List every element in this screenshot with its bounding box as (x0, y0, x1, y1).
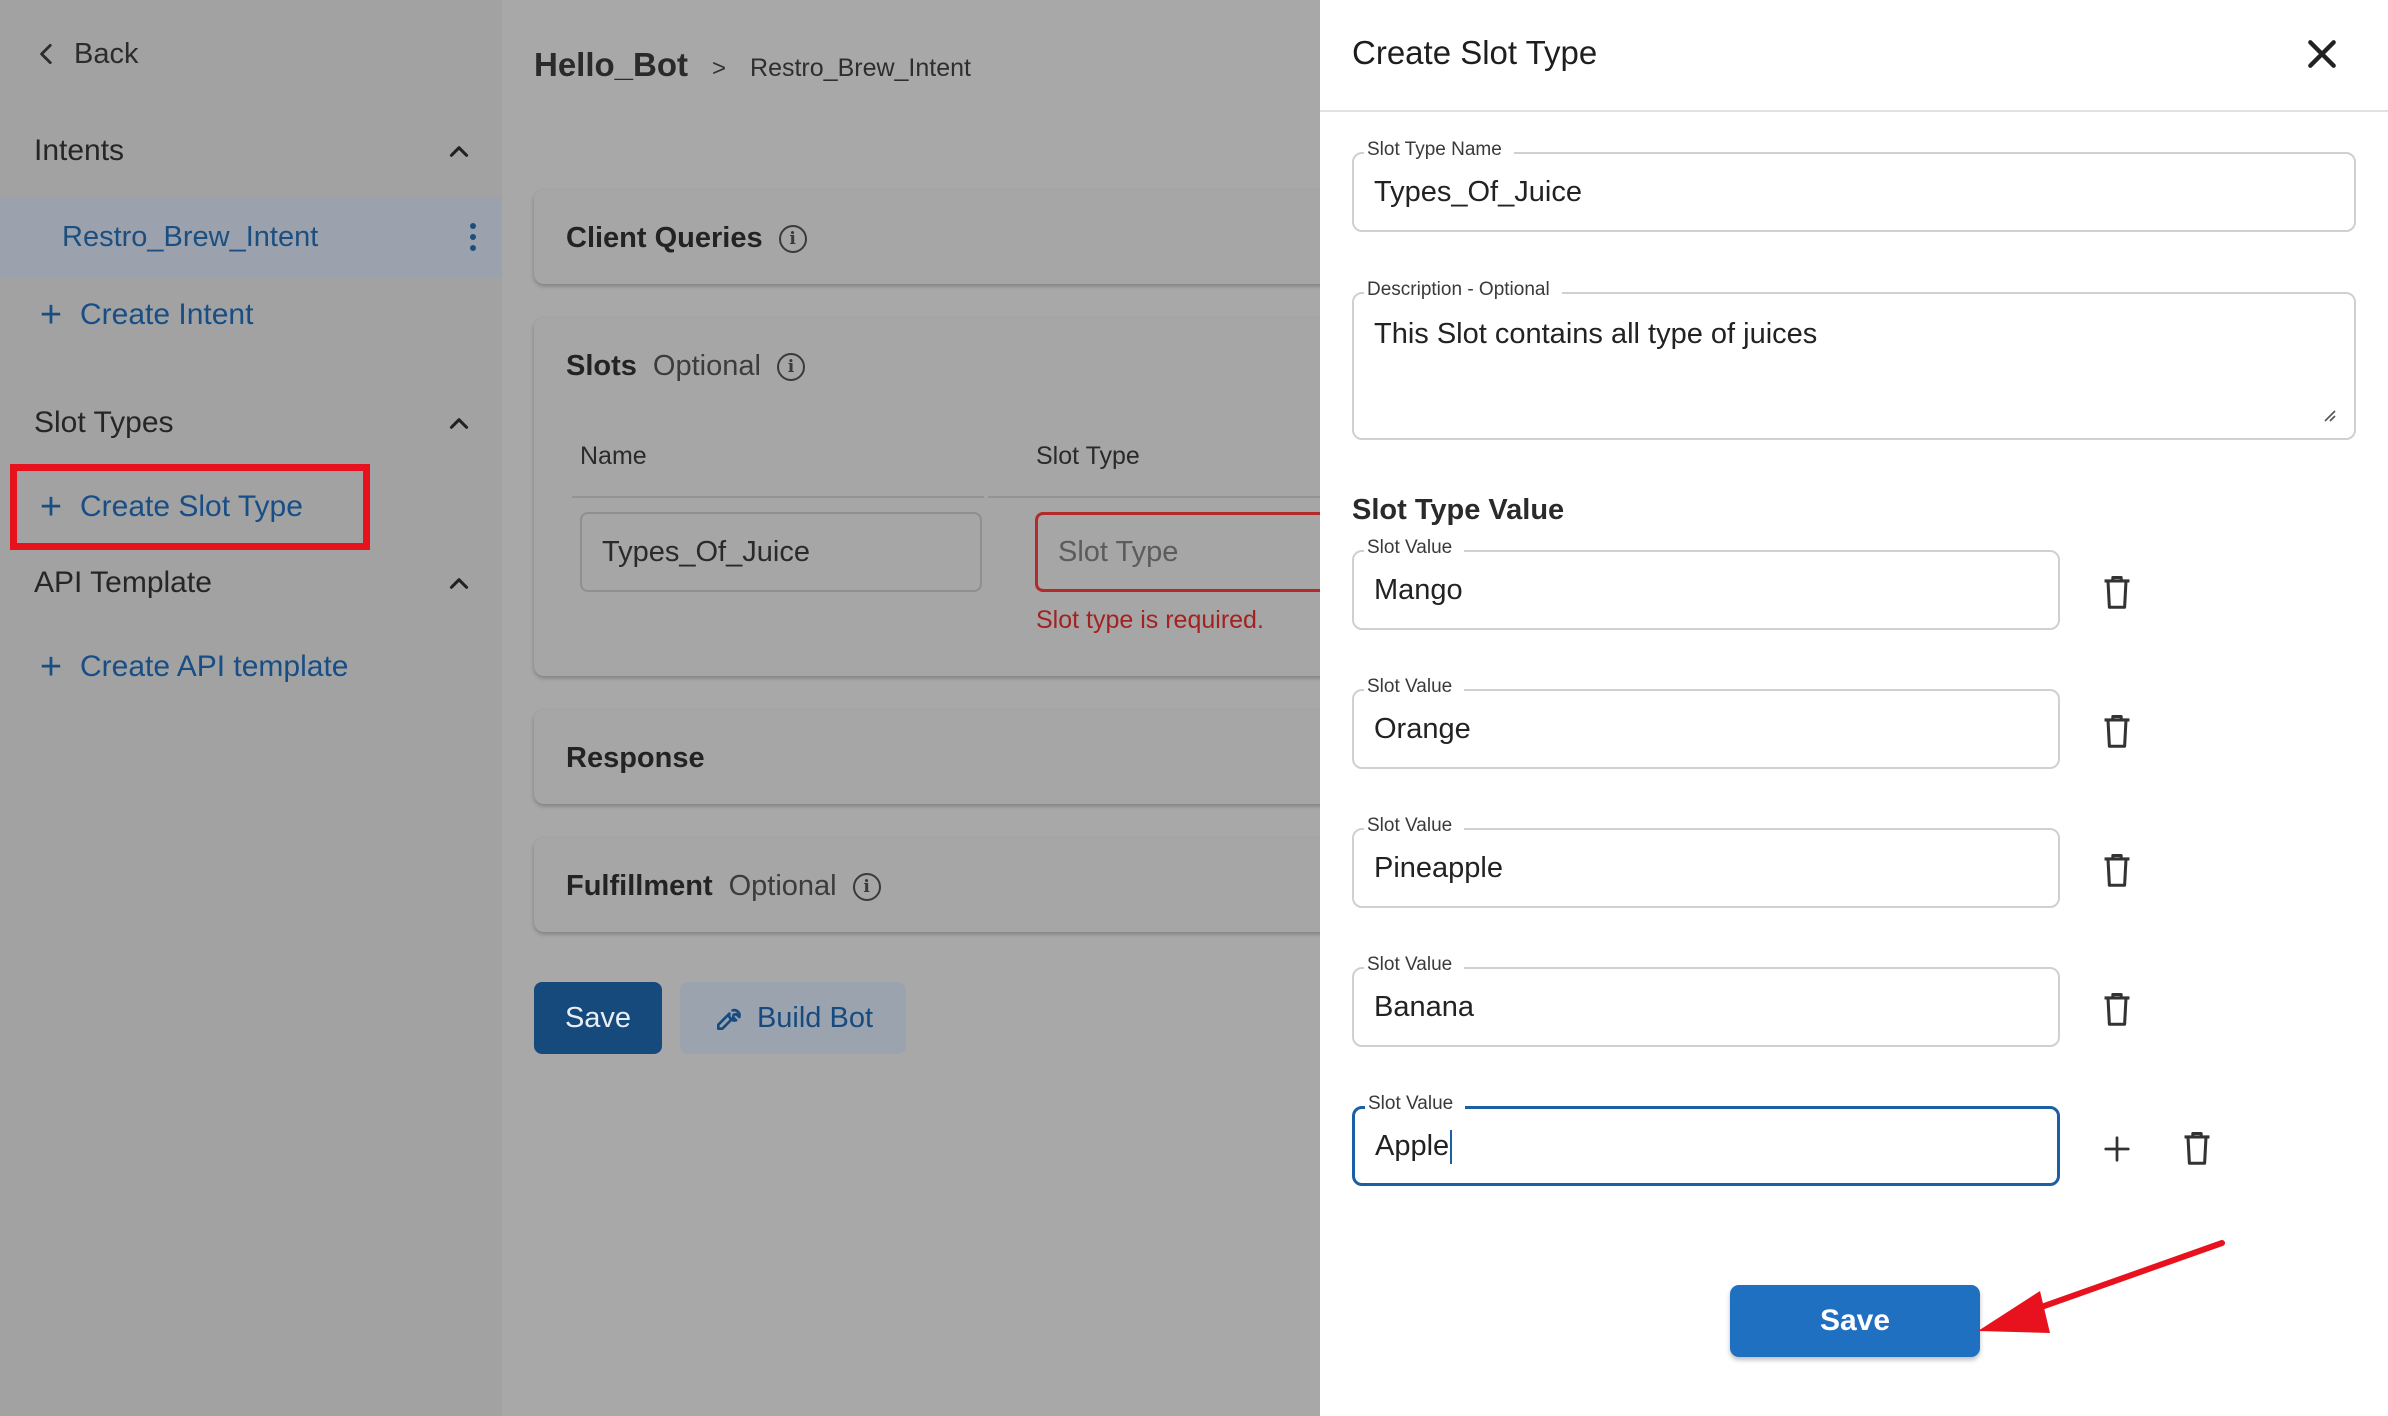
column-divider (572, 496, 984, 498)
slot-type-placeholder: Slot Type (1058, 535, 1179, 568)
build-bot-button[interactable]: Build Bot (680, 982, 906, 1054)
api-template-section-header[interactable]: API Template (34, 558, 480, 608)
save-intent-label: Save (564, 1001, 632, 1034)
slot-value-label: Slot Value (1364, 953, 1465, 977)
drawer-header: Create Slot Type (1320, 0, 2388, 112)
breadcrumb: Hello_Bot > Restro_Brew_Intent (534, 46, 971, 84)
slot-name-value: Types_Of_Juice (602, 535, 810, 568)
column-divider (988, 496, 1320, 498)
slot-value-field[interactable]: Slot Value Pineapple (1352, 814, 2060, 908)
response-label: Response (566, 742, 705, 774)
text-cursor (1450, 1130, 1453, 1165)
slot-value-text: Banana (1374, 991, 1474, 1023)
create-intent-label: Create Intent (80, 298, 254, 331)
column-header-name: Name (580, 442, 647, 470)
highlight-annotation-box (10, 464, 370, 550)
sidebar: Back Intents Restro_Brew_Intent + Create… (0, 0, 502, 1416)
client-queries-title: Client Queries i (566, 222, 807, 255)
slot-type-value-title: Slot Type Value (1352, 494, 1565, 526)
slots-label: Slots (566, 350, 637, 382)
fulfillment-optional-label: Optional (728, 870, 837, 902)
slots-title: Slots Optional i (566, 350, 805, 383)
slot-value-text: Apple (1375, 1130, 1450, 1162)
trash-icon[interactable] (2100, 574, 2134, 610)
slot-type-name-value: Types_Of_Juice (1374, 176, 1582, 208)
close-icon[interactable] (2302, 34, 2342, 74)
info-icon[interactable]: i (778, 224, 807, 253)
back-button[interactable]: Back (34, 30, 138, 78)
back-label: Back (74, 37, 139, 70)
slot-value-field[interactable]: Slot Value Mango (1352, 536, 2060, 630)
add-value-icon[interactable] (2102, 1134, 2132, 1164)
sidebar-item-intent[interactable]: Restro_Brew_Intent (0, 197, 502, 277)
chevron-up-icon[interactable] (446, 138, 472, 164)
response-card[interactable]: Response (534, 710, 1364, 804)
column-header-slot-type: Slot Type (1036, 442, 1140, 470)
annotation-arrow-icon (1978, 1240, 2225, 1333)
client-queries-label: Client Queries (566, 222, 763, 254)
breadcrumb-bot[interactable]: Hello_Bot (534, 46, 688, 84)
slot-type-error-message: Slot type is required. (1036, 606, 1264, 634)
breadcrumb-intent: Restro_Brew_Intent (750, 54, 971, 82)
slot-value-field[interactable]: Slot Value Orange (1352, 675, 2060, 769)
slot-value-field-active[interactable]: Slot Value Apple (1352, 1092, 2060, 1186)
trash-icon[interactable] (2100, 852, 2134, 888)
create-api-template-label: Create API template (80, 650, 349, 683)
slot-value-label: Slot Value (1364, 536, 1465, 560)
more-options-icon[interactable] (468, 223, 478, 251)
create-api-template-link[interactable]: + Create API template (36, 642, 349, 692)
save-intent-button[interactable]: Save (534, 982, 662, 1054)
slot-value-text: Mango (1374, 574, 1463, 606)
api-template-section-label: API Template (34, 566, 212, 599)
create-slot-type-drawer: Create Slot Type Slot Type Name Types_Of… (1320, 0, 2388, 1416)
chevron-up-icon[interactable] (446, 410, 472, 436)
description-field[interactable]: Description - Optional This Slot contain… (1352, 278, 2356, 440)
slot-value-field[interactable]: Slot Value Banana (1352, 953, 2060, 1047)
fulfillment-label: Fulfillment (566, 870, 713, 902)
slot-value-label: Slot Value (1364, 814, 1465, 838)
fulfillment-card[interactable]: Fulfillment Optional i (534, 838, 1364, 932)
save-slot-type-label: Save (1819, 1304, 1891, 1337)
fulfillment-title: Fulfillment Optional i (566, 870, 881, 903)
plus-icon: + (39, 294, 63, 336)
trash-icon[interactable] (2180, 1130, 2214, 1166)
slot-types-section-header[interactable]: Slot Types (34, 398, 480, 448)
build-bot-label: Build Bot (756, 1001, 874, 1034)
breadcrumb-separator: > (712, 55, 727, 82)
create-intent-link[interactable]: + Create Intent (36, 290, 254, 340)
info-icon[interactable]: i (776, 352, 805, 381)
chevron-left-icon (40, 43, 52, 65)
slot-value-text: Orange (1374, 713, 1471, 745)
slot-types-section-label: Slot Types (34, 406, 174, 439)
slot-name-input[interactable]: Types_Of_Juice (580, 512, 982, 592)
description-label: Description - Optional (1364, 278, 1562, 302)
info-icon[interactable]: i (852, 872, 881, 901)
slots-optional-label: Optional (652, 350, 761, 382)
client-queries-card[interactable]: Client Queries i (534, 190, 1364, 284)
trash-icon[interactable] (2100, 991, 2134, 1027)
slot-value-label: Slot Value (1364, 675, 1465, 699)
intent-item-label: Restro_Brew_Intent (62, 220, 319, 253)
slot-type-name-label: Slot Type Name (1364, 138, 1514, 162)
slot-type-select[interactable]: Slot Type (1035, 512, 1335, 592)
trash-icon[interactable] (2100, 713, 2134, 749)
plus-icon: + (39, 646, 63, 688)
drawer-title: Create Slot Type (1352, 34, 1598, 71)
response-title: Response (566, 742, 705, 775)
intents-section-label: Intents (34, 134, 125, 167)
wrench-icon (716, 1008, 741, 1030)
slot-type-name-field[interactable]: Slot Type Name Types_Of_Juice (1352, 138, 2356, 232)
save-slot-type-button[interactable]: Save (1730, 1285, 1980, 1357)
slot-value-text: Pineapple (1374, 852, 1503, 884)
chevron-up-icon[interactable] (446, 570, 472, 596)
resize-handle-icon[interactable] (2322, 408, 2336, 422)
description-value: This Slot contains all type of juices (1374, 318, 1818, 350)
intents-section-header[interactable]: Intents (34, 126, 480, 176)
slot-value-label: Slot Value (1365, 1092, 1466, 1116)
